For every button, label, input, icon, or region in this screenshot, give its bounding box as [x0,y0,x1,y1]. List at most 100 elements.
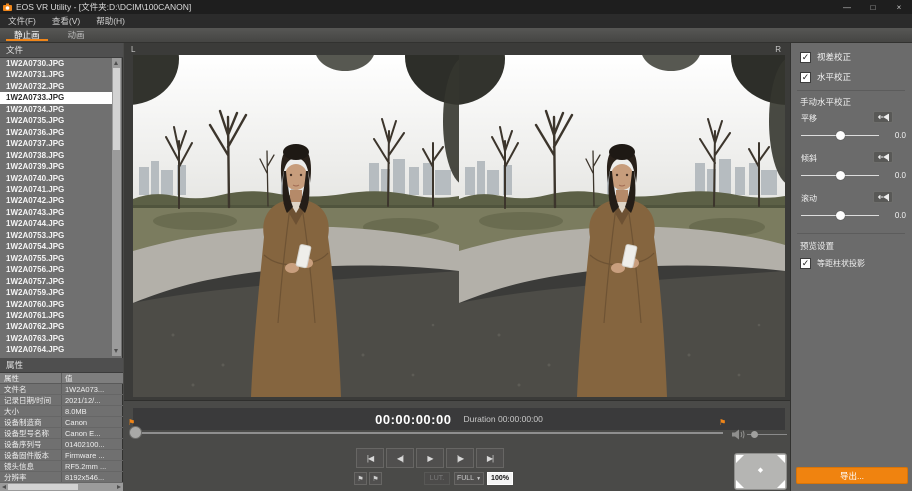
property-name: 设备固件版本 [0,450,62,460]
equirectangular-checkbox[interactable]: ✓ [800,258,811,269]
minimize-button[interactable]: — [834,0,860,14]
export-button[interactable]: 导出... [796,467,908,484]
file-list-item[interactable]: 1W2A0757.JPG [0,276,113,287]
scrollbar-thumb[interactable] [113,68,120,150]
frame-forward-button[interactable]: |▶ [446,448,474,468]
divider [797,90,905,91]
pan-label: 平移 [801,114,817,123]
tab-still-image[interactable]: 静止画 [0,28,54,42]
file-list-item[interactable]: 1W2A0737.JPG [0,138,113,149]
properties-hscrollbar[interactable] [0,483,123,491]
tilt-slider-handle[interactable] [835,171,845,180]
pan-slider-handle[interactable] [835,131,845,140]
file-list-item[interactable]: 1W2A0764.JPG [0,344,113,355]
property-name: 记录日期/时间 [0,395,62,405]
scroll-up-icon[interactable] [114,61,118,65]
scroll-down-icon[interactable] [114,349,118,353]
stereo-photo-left[interactable] [133,55,459,397]
file-list-item[interactable]: 1W2A0734.JPG [0,104,113,115]
volume-handle[interactable] [751,431,758,438]
pan-reset-button[interactable] [873,111,893,123]
full-size-dropdown[interactable]: FULL ▼ [454,472,484,485]
file-list-item[interactable]: 1W2A0755.JPG [0,253,113,264]
file-list-item[interactable]: 1W2A0740.JPG [0,173,113,184]
close-button[interactable]: × [886,0,912,14]
headset-preview-button[interactable]: ◆ [734,453,787,490]
file-list-item[interactable]: 1W2A0759.JPG [0,287,113,298]
slider-pan: 平移 0.0 [791,111,912,151]
file-list-item[interactable]: 1W2A0733.JPG [0,92,113,104]
roll-label: 滚动 [801,194,817,203]
file-list-item[interactable]: 1W2A0756.JPG [0,264,113,275]
mark-in-button[interactable]: ⚑ [354,472,367,485]
chevron-down-icon: ▼ [476,475,482,482]
file-list-item[interactable]: 1W2A0761.JPG [0,310,113,321]
frame-back-button[interactable]: ◀| [386,448,414,468]
tilt-reset-button[interactable] [873,151,893,163]
trim-out-marker[interactable]: ⚑ [719,419,726,427]
properties-panel-header: 属性 [0,358,123,373]
hscrollbar-thumb[interactable] [8,484,78,490]
file-list-item[interactable]: 1W2A0738.JPG [0,150,113,161]
file-list-item[interactable]: 1W2A0731.JPG [0,69,113,80]
mark-out-button[interactable]: ⚑ [369,472,382,485]
file-list-item[interactable]: 1W2A0743.JPG [0,207,113,218]
file-list-item[interactable]: 1W2A0741.JPG [0,184,113,195]
file-list-item[interactable]: 1W2A0754.JPG [0,241,113,252]
corner-mark-icon [777,455,785,463]
file-list-item[interactable]: 1W2A0739.JPG [0,161,113,172]
parallax-correction-row: ✓ 视差校正 [800,51,851,63]
file-list-item[interactable]: 1W2A0735.JPG [0,115,113,126]
stereo-photo-right[interactable] [459,55,785,397]
file-list[interactable]: 1W2A0730.JPG 1W2A0731.JPG 1W2A0732.JPG 1W2A… [0,58,123,356]
file-list-item[interactable]: 1W2A0742.JPG [0,195,113,206]
diamond-icon: ◆ [757,467,764,474]
lut-button[interactable]: LUT. [424,472,450,485]
duration-label: Duration [463,414,496,424]
property-row: 文件名 1W2A073... [0,384,123,395]
file-list-item[interactable]: 1W2A0744.JPG [0,218,113,229]
pan-slider-track[interactable] [801,131,879,140]
skip-to-end-button[interactable]: ▶| [476,448,504,468]
scroll-left-icon[interactable] [2,484,6,489]
roll-value: 0.0 [894,211,906,220]
timeline-bar: 00:00:00:00 Duration 00:00:00:00 ⚑ ⚑ |◀ … [124,400,790,491]
full-size-label: FULL [456,475,475,482]
file-list-item[interactable]: 1W2A0730.JPG [0,58,113,69]
zoom-100-button[interactable]: 100% [487,472,513,485]
menu-item-help[interactable]: 帮助(H) [88,14,133,28]
equirectangular-label: 等距柱状投影 [817,259,865,268]
file-list-item[interactable]: 1W2A0763.JPG [0,333,113,344]
parallax-correction-checkbox[interactable]: ✓ [800,51,811,63]
scroll-right-icon[interactable] [117,484,121,489]
property-value: Firmware ... [65,451,105,460]
horizontal-correction-row: ✓ 水平校正 [800,71,851,83]
file-list-item[interactable]: 1W2A0760.JPG [0,299,113,310]
correction-panel: ✓ 视差校正 ✓ 水平校正 手动水平校正 平移 0.0 倾斜 0.0 滚动 0.… [790,43,912,491]
file-list-item[interactable]: 1W2A0762.JPG [0,321,113,332]
skip-to-start-button[interactable]: |◀ [356,448,384,468]
roll-slider-track[interactable] [801,211,879,220]
roll-slider-handle[interactable] [835,211,845,220]
property-value: RF5.2mm ... [65,462,107,471]
seek-handle[interactable] [129,426,142,439]
timecode-display: 00:00:00:00 Duration 00:00:00:00 [133,408,785,430]
file-list-item[interactable]: 1W2A0736.JPG [0,127,113,138]
menu-item-file[interactable]: 文件(F) [0,14,44,28]
file-list-scrollbar[interactable] [112,58,121,356]
corner-mark-icon [777,480,785,488]
tab-movie[interactable]: 动画 [54,28,99,42]
property-value: Canon E... [65,429,101,438]
seek-bar[interactable] [138,432,723,434]
file-list-item[interactable]: 1W2A0753.JPG [0,230,113,241]
speaker-icon[interactable] [732,429,745,440]
file-list-item[interactable]: 1W2A0732.JPG [0,81,113,92]
tilt-slider-track[interactable] [801,171,879,180]
horizontal-correction-checkbox[interactable]: ✓ [800,71,811,83]
menu-item-view[interactable]: 查看(V) [44,14,88,28]
roll-reset-button[interactable] [873,191,893,203]
property-value: 1W2A073... [65,385,105,394]
maximize-button[interactable]: □ [860,0,886,14]
play-button[interactable]: ▶ [416,448,444,468]
duration-value: 00:00:00:00 [497,414,543,424]
